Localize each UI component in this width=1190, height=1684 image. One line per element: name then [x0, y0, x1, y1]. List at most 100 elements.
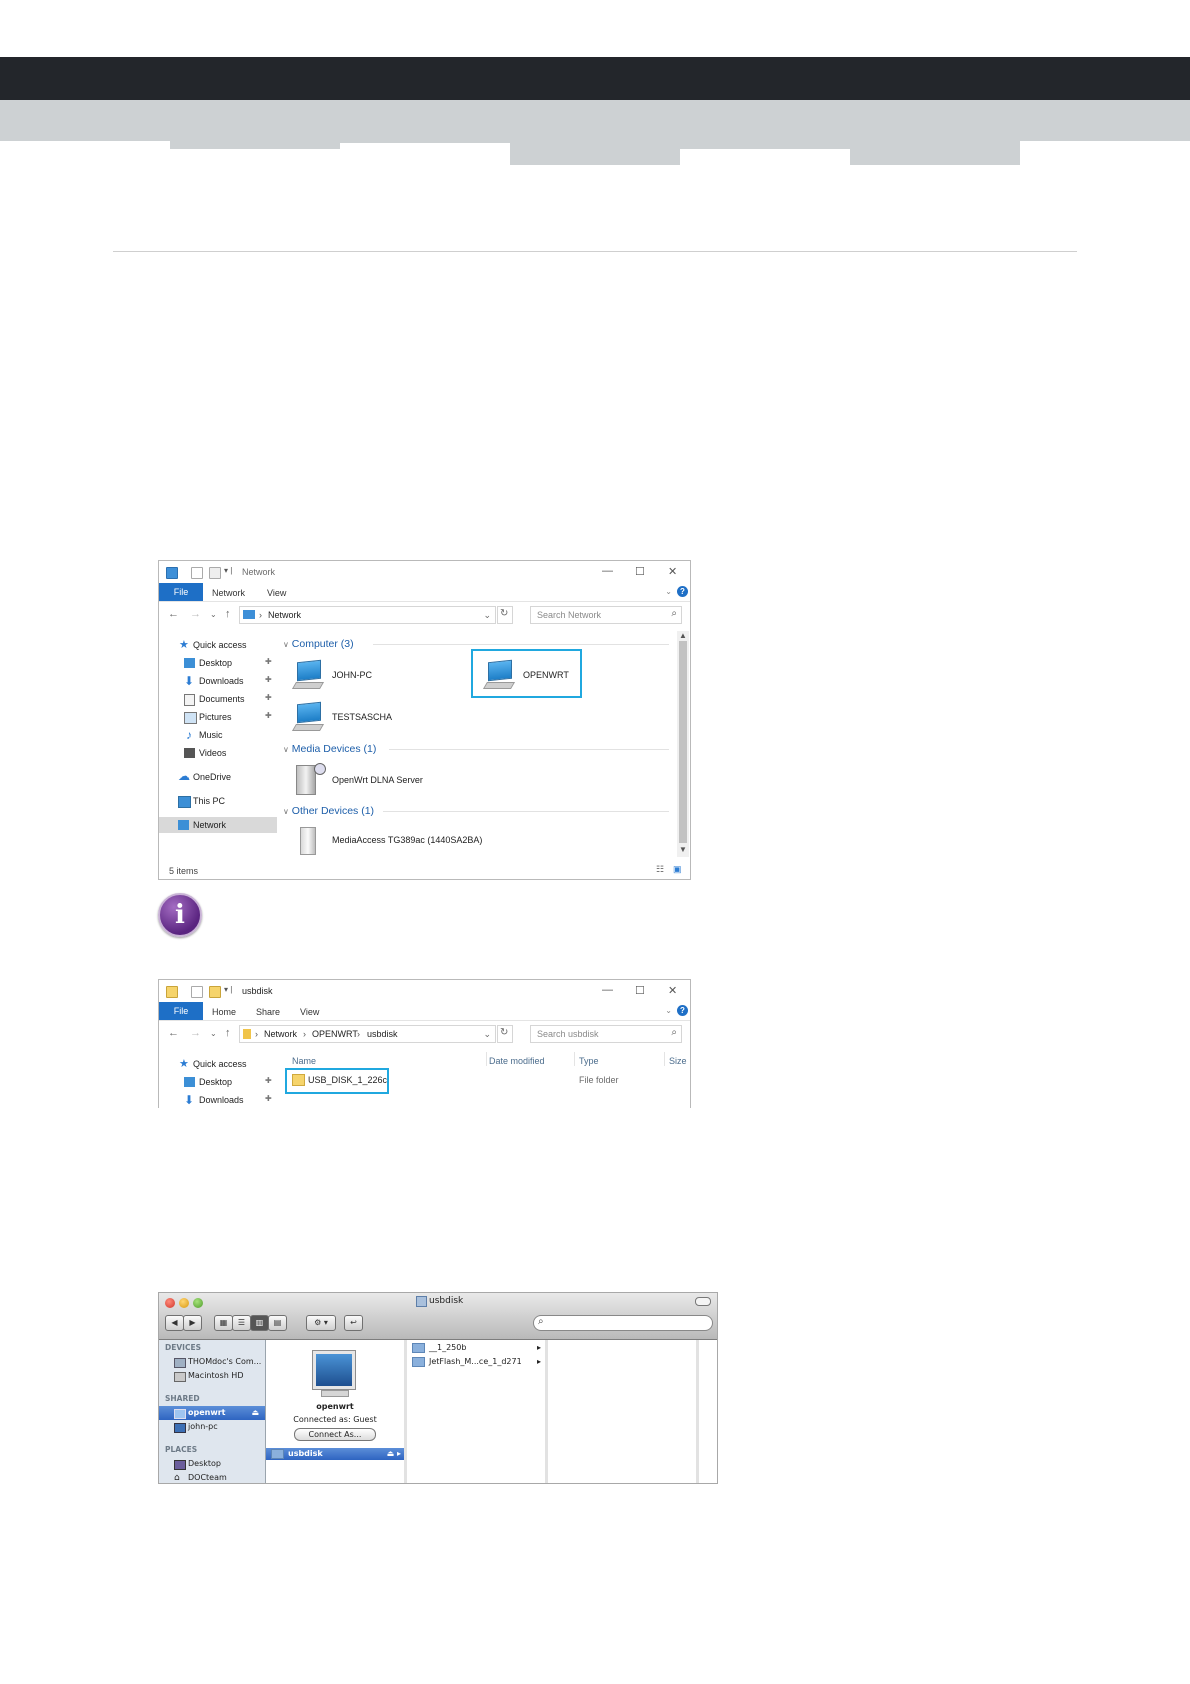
coverflow-view-button[interactable]: ▤ [268, 1315, 287, 1331]
eject-share-button[interactable]: ↩ [344, 1315, 363, 1331]
up-icon[interactable]: ↑ [225, 1027, 231, 1039]
chevron-down-icon[interactable]: ⌄ [665, 587, 672, 596]
minimize-icon[interactable]: — [602, 565, 613, 577]
toolbar-toggle-button[interactable] [695, 1297, 711, 1306]
tab-view[interactable]: View [267, 588, 286, 598]
scrollbar-thumb[interactable] [679, 641, 687, 843]
other-device-mediaaccess[interactable]: MediaAccess TG389ac (1440SA2BA) [294, 827, 534, 857]
recent-dropdown-icon[interactable]: ⌄ [210, 610, 217, 619]
search-input[interactable]: Search Network ⌕ [530, 606, 682, 624]
back-button[interactable]: ◀ [165, 1315, 184, 1331]
address-dropdown-icon[interactable]: ⌄ [483, 610, 491, 621]
nav-item-videos[interactable]: Videos [159, 745, 277, 761]
tab-file[interactable]: File [159, 583, 203, 601]
group-media-header[interactable]: ∨ Media Devices (1) [283, 743, 376, 755]
refresh-button[interactable]: ↻ [497, 606, 513, 624]
vertical-scrollbar[interactable]: ▲ ▼ [677, 631, 689, 857]
minimize-button[interactable] [179, 1298, 189, 1308]
network-computer-openwrt[interactable]: OPENWRT [482, 659, 575, 691]
qat-dropdown-icon[interactable]: ▾ | [224, 985, 232, 994]
group-other-header[interactable]: ∨ Other Devices (1) [283, 805, 374, 817]
minimize-icon[interactable]: — [602, 984, 613, 996]
nav-item-quick-access[interactable]: ★ Quick access [159, 1056, 277, 1072]
back-icon[interactable]: ← [168, 1027, 179, 1039]
sidebar-item-desktop[interactable]: Desktop [159, 1457, 265, 1471]
nav-item-pictures[interactable]: Pictures [159, 709, 277, 725]
file-row[interactable]: USB_DISK_1_226c File folder [289, 1072, 669, 1088]
address-dropdown-icon[interactable]: ⌄ [483, 1029, 491, 1040]
zoom-button[interactable] [193, 1298, 203, 1308]
column-header-date-modified[interactable]: Date modified [489, 1056, 545, 1066]
forward-icon[interactable]: → [190, 608, 201, 620]
scroll-down-icon[interactable]: ▼ [679, 845, 687, 854]
forward-icon[interactable]: → [190, 1027, 201, 1039]
back-icon[interactable]: ← [168, 608, 179, 620]
sidebar-item-openwrt[interactable]: openwrt ⏏ [159, 1406, 265, 1420]
sidebar-item-computer[interactable]: THOMdoc's Com... [159, 1355, 265, 1369]
breadcrumb-usbdisk[interactable]: usbdisk [367, 1029, 398, 1039]
sidebar-item-docteam[interactable]: ⌂ DOCteam [159, 1471, 265, 1483]
column-header-type[interactable]: Type [579, 1056, 599, 1066]
nav-item-this-pc[interactable]: This PC [159, 793, 277, 809]
up-icon[interactable]: ↑ [225, 608, 231, 620]
large-icons-view-icon[interactable]: ▣ [673, 864, 682, 875]
sidebar-item-macintosh-hd[interactable]: Macintosh HD [159, 1369, 265, 1383]
nav-item-desktop[interactable]: Desktop [159, 1074, 277, 1090]
close-button[interactable] [165, 1298, 175, 1308]
network-computer-testsascha[interactable]: TESTSASCHA [291, 701, 414, 733]
maximize-icon[interactable]: ☐ [635, 565, 645, 578]
tab-home[interactable]: Home [212, 1007, 236, 1017]
sidebar-item-john-pc[interactable]: john-pc [159, 1420, 265, 1434]
address-bar[interactable]: › Network ⌄ [239, 606, 496, 624]
recent-dropdown-icon[interactable]: ⌄ [210, 1029, 217, 1038]
new-folder-icon[interactable] [209, 567, 221, 579]
address-bar[interactable]: › Network › OPENWRT › usbdisk ⌄ [239, 1025, 496, 1043]
help-icon[interactable]: ? [677, 586, 688, 597]
nav-item-desktop[interactable]: Desktop [159, 655, 277, 671]
forward-button[interactable]: ▶ [183, 1315, 202, 1331]
breadcrumb-openwrt[interactable]: OPENWRT [312, 1029, 358, 1039]
breadcrumb-network[interactable]: Network [264, 1029, 297, 1039]
nav-item-documents[interactable]: Documents [159, 691, 277, 707]
maximize-icon[interactable]: ☐ [635, 984, 645, 997]
search-input[interactable]: ⌕ [533, 1315, 713, 1331]
list-view-button[interactable]: ☰ [232, 1315, 251, 1331]
eject-icon[interactable]: ⏏ [251, 1406, 259, 1420]
tab-view[interactable]: View [300, 1007, 319, 1017]
column-header-size[interactable]: Size [669, 1056, 687, 1066]
new-folder-icon[interactable] [209, 986, 221, 998]
media-device-dlna[interactable]: OpenWrt DLNA Server [294, 763, 494, 797]
qat-dropdown-icon[interactable]: ▾ | [224, 566, 232, 575]
tab-network[interactable]: Network [212, 588, 245, 598]
properties-icon[interactable] [191, 567, 203, 579]
nav-item-downloads[interactable]: ⬇ Downloads [159, 673, 277, 689]
network-computer-john-pc[interactable]: JOHN-PC [291, 659, 414, 691]
share-row-usbdisk[interactable]: usbdisk ⏏ ▸ [266, 1448, 404, 1460]
scroll-up-icon[interactable]: ▲ [679, 631, 687, 640]
eject-icon[interactable]: ⏏ ▸ [387, 1448, 401, 1460]
column-view-button[interactable]: ▥ [250, 1315, 269, 1331]
nav-item-network[interactable]: Network [159, 817, 277, 833]
connect-as-button[interactable]: Connect As... [294, 1428, 376, 1441]
column-header-name[interactable]: Name [292, 1056, 316, 1066]
group-computer-header[interactable]: ∨ Computer (3) [283, 638, 354, 650]
help-icon[interactable]: ? [677, 1005, 688, 1016]
folder-row[interactable]: __1_250b ▸ [407, 1342, 545, 1354]
breadcrumb-network[interactable]: Network [268, 610, 301, 620]
search-input[interactable]: Search usbdisk ⌕ [530, 1025, 682, 1043]
details-view-icon[interactable]: ☷ [656, 864, 664, 875]
tab-file[interactable]: File [159, 1002, 203, 1020]
properties-icon[interactable] [191, 986, 203, 998]
refresh-button[interactable]: ↻ [497, 1025, 513, 1043]
action-menu-button[interactable]: ⚙ ▾ [306, 1315, 336, 1331]
nav-item-downloads[interactable]: ⬇ Downloads [159, 1092, 277, 1108]
close-icon[interactable]: ✕ [668, 984, 677, 997]
icon-view-button[interactable]: ▦ [214, 1315, 233, 1331]
tab-share[interactable]: Share [256, 1007, 280, 1017]
close-icon[interactable]: ✕ [668, 565, 677, 578]
nav-item-quick-access[interactable]: ★ Quick access [159, 637, 277, 653]
nav-item-onedrive[interactable]: ☁ OneDrive [159, 769, 277, 785]
nav-item-music[interactable]: ♪ Music [159, 727, 277, 743]
chevron-down-icon[interactable]: ⌄ [665, 1006, 672, 1015]
folder-row[interactable]: JetFlash_M...ce_1_d271 ▸ [407, 1356, 545, 1368]
